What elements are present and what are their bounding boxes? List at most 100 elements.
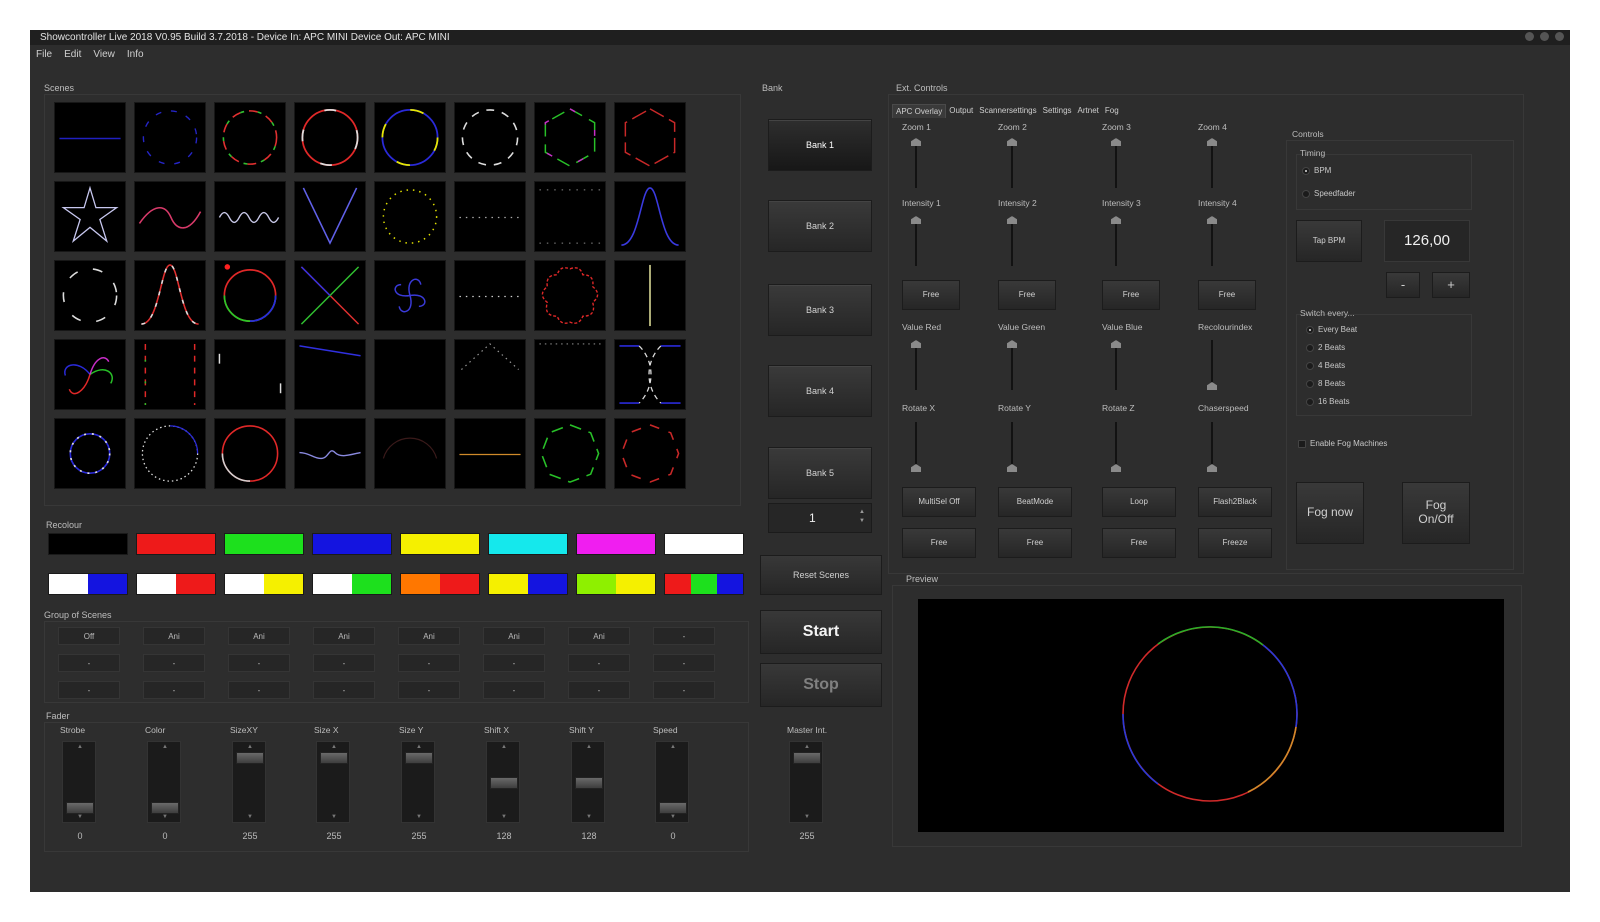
group-scene-button[interactable]: -: [398, 654, 460, 672]
switch-option-radio[interactable]: Every Beat: [1306, 325, 1357, 334]
tab-scannersettings[interactable]: Scannersettings: [976, 104, 1039, 118]
colour-swatch[interactable]: [224, 533, 304, 555]
slider-thumb[interactable]: [1207, 138, 1217, 146]
group-scene-button[interactable]: Ani: [228, 627, 290, 645]
group-scene-button[interactable]: Off: [58, 627, 120, 645]
fader-knob[interactable]: [575, 777, 603, 789]
fader-knob[interactable]: [659, 802, 687, 814]
scene-tile[interactable]: [54, 181, 126, 252]
switch-option-radio[interactable]: 4 Beats: [1306, 361, 1345, 370]
reset-scenes-button[interactable]: Reset Scenes: [760, 555, 882, 595]
slider-thumb[interactable]: [1007, 464, 1017, 472]
colour-swatch[interactable]: [664, 573, 744, 595]
scene-tile[interactable]: [54, 260, 126, 331]
menu-view[interactable]: View: [93, 46, 115, 64]
free-row2-button[interactable]: Free: [1102, 528, 1176, 558]
scene-tile[interactable]: [214, 418, 286, 489]
zoom-slider[interactable]: [1006, 138, 1018, 188]
fader-track[interactable]: ▲ ▼: [147, 741, 181, 823]
group-scene-button[interactable]: -: [398, 681, 460, 699]
scene-tile[interactable]: [534, 418, 606, 489]
scene-tile[interactable]: [294, 260, 366, 331]
slider-thumb[interactable]: [1007, 340, 1017, 348]
free-row2-button[interactable]: Free: [902, 528, 976, 558]
free-row2-button[interactable]: Free: [998, 528, 1072, 558]
value-slider[interactable]: [1110, 340, 1122, 390]
scene-tile[interactable]: [54, 418, 126, 489]
scene-tile[interactable]: [614, 260, 686, 331]
scene-tile[interactable]: [374, 260, 446, 331]
free-row2-button[interactable]: Freeze: [1198, 528, 1272, 558]
group-scene-button[interactable]: -: [653, 681, 715, 699]
fader-knob[interactable]: [405, 752, 433, 764]
bpm-minus-button[interactable]: -: [1386, 272, 1420, 298]
scene-tile[interactable]: [374, 339, 446, 410]
fader-track[interactable]: ▲ ▼: [62, 741, 96, 823]
scene-tile[interactable]: [454, 418, 526, 489]
scene-tile[interactable]: [614, 339, 686, 410]
bank-4-button[interactable]: Bank 4: [768, 365, 872, 417]
colour-swatch[interactable]: [576, 533, 656, 555]
fader-knob[interactable]: [236, 752, 264, 764]
rotate-slider[interactable]: [1006, 422, 1018, 472]
free-button[interactable]: Free: [1102, 280, 1160, 310]
start-button[interactable]: Start: [760, 610, 882, 654]
scene-tile[interactable]: [54, 339, 126, 410]
scene-tile[interactable]: [134, 339, 206, 410]
slider-thumb[interactable]: [1207, 216, 1217, 224]
rotate-slider[interactable]: [910, 422, 922, 472]
group-scene-button[interactable]: -: [143, 654, 205, 672]
slider-thumb[interactable]: [1111, 464, 1121, 472]
slider-thumb[interactable]: [911, 464, 921, 472]
fader-track[interactable]: ▲ ▼: [232, 741, 266, 823]
slider-thumb[interactable]: [1207, 382, 1217, 390]
scene-tile[interactable]: [454, 339, 526, 410]
scene-tile[interactable]: [54, 102, 126, 173]
enable-fog-checkbox[interactable]: Enable Fog Machines: [1298, 439, 1387, 448]
scene-tile[interactable]: [374, 102, 446, 173]
scene-tile[interactable]: [534, 260, 606, 331]
mode-button[interactable]: Flash2Black: [1198, 487, 1272, 517]
scene-tile[interactable]: [374, 418, 446, 489]
colour-swatch[interactable]: [48, 573, 128, 595]
slider-thumb[interactable]: [911, 138, 921, 146]
slider-thumb[interactable]: [1111, 340, 1121, 348]
bank-1-button[interactable]: Bank 1: [768, 119, 872, 171]
colour-swatch[interactable]: [664, 533, 744, 555]
bank-5-button[interactable]: Bank 5: [768, 447, 872, 499]
tap-bpm-button[interactable]: Tap BPM: [1296, 220, 1362, 262]
zoom-slider[interactable]: [1110, 138, 1122, 188]
scene-tile[interactable]: [454, 260, 526, 331]
colour-swatch[interactable]: [488, 573, 568, 595]
group-scene-button[interactable]: Ani: [398, 627, 460, 645]
slider-thumb[interactable]: [1007, 138, 1017, 146]
scene-tile[interactable]: [534, 339, 606, 410]
colour-swatch[interactable]: [48, 533, 128, 555]
colour-swatch[interactable]: [136, 533, 216, 555]
group-scene-button[interactable]: -: [58, 654, 120, 672]
slider-thumb[interactable]: [1111, 138, 1121, 146]
group-scene-button[interactable]: -: [653, 627, 715, 645]
scene-tile[interactable]: [134, 260, 206, 331]
fader-knob[interactable]: [320, 752, 348, 764]
scene-tile[interactable]: [614, 102, 686, 173]
group-scene-button[interactable]: -: [143, 681, 205, 699]
group-scene-button[interactable]: -: [483, 654, 545, 672]
slider-thumb[interactable]: [911, 340, 921, 348]
slider-thumb[interactable]: [1111, 216, 1121, 224]
group-scene-button[interactable]: Ani: [313, 627, 375, 645]
value-slider[interactable]: [1206, 340, 1218, 390]
scene-tile[interactable]: [134, 418, 206, 489]
mode-button[interactable]: MultiSel Off: [902, 487, 976, 517]
scene-tile[interactable]: [534, 181, 606, 252]
intensity-slider[interactable]: [1206, 216, 1218, 266]
scene-tile[interactable]: [214, 339, 286, 410]
intensity-slider[interactable]: [910, 216, 922, 266]
minimize-icon[interactable]: [1525, 32, 1534, 41]
scene-tile[interactable]: [374, 181, 446, 252]
close-icon[interactable]: [1555, 32, 1564, 41]
scene-tile[interactable]: [294, 102, 366, 173]
colour-swatch[interactable]: [224, 573, 304, 595]
group-scene-button[interactable]: -: [228, 654, 290, 672]
switch-option-radio[interactable]: 2 Beats: [1306, 343, 1345, 352]
